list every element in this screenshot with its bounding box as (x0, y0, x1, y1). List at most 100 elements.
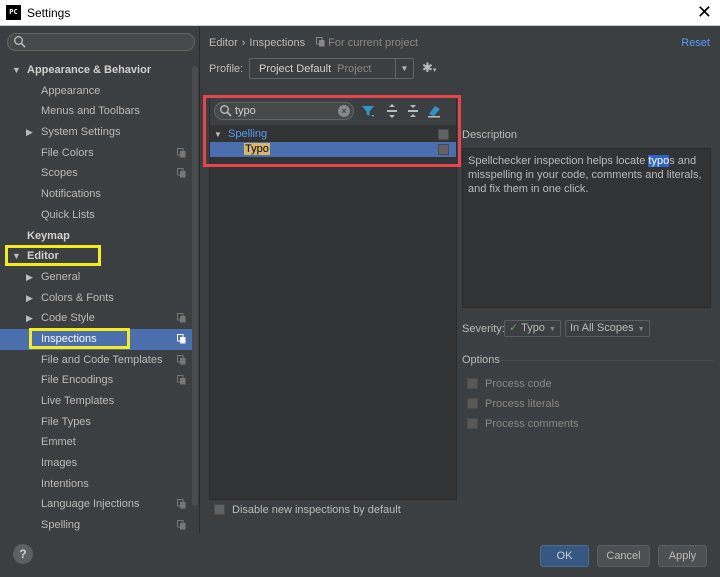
severity-label: Severity: (462, 323, 505, 335)
collapse-arrow-icon[interactable]: ▶ (26, 288, 33, 309)
sidebar-item-file-colors[interactable]: File Colors (0, 143, 196, 164)
collapse-arrow-icon[interactable]: ▶ (26, 122, 33, 143)
description-box: Spellchecker inspection helps locate typ… (462, 148, 711, 308)
sidebar-item-spelling[interactable]: Spelling (0, 515, 196, 534)
sidebar-item-images[interactable]: Images (0, 453, 196, 474)
chevron-down-icon: ▼ (548, 326, 556, 333)
sidebar-item-file-and-code-templates[interactable]: File and Code Templates (0, 350, 196, 371)
options-label: Options (462, 354, 500, 366)
disable-new-inspections[interactable]: Disable new inspections by default (214, 504, 401, 516)
inspections-highlight-box (29, 328, 130, 349)
sidebar-item-notifications[interactable]: Notifications (0, 184, 196, 205)
app-icon: PC (6, 5, 21, 20)
close-icon[interactable]: ✕ (697, 2, 712, 22)
disable-new-checkbox[interactable] (214, 504, 225, 515)
copy-icon (177, 313, 186, 323)
disable-new-label: Disable new inspections by default (232, 504, 401, 516)
copy-icon (177, 168, 186, 178)
title-bar: PC Settings ✕ (0, 0, 720, 26)
sidebar-item-keymap[interactable]: Keymap (0, 226, 196, 247)
apply-button[interactable]: Apply (658, 545, 707, 567)
sidebar-item-menus-and-toolbars[interactable]: Menus and Toolbars (0, 101, 196, 122)
breadcrumb-separator: › (241, 37, 246, 49)
sidebar-item-live-templates[interactable]: Live Templates (0, 391, 196, 412)
option-process-code[interactable]: Process code (467, 378, 552, 390)
option-process-comments[interactable]: Process comments (467, 418, 579, 430)
copy-icon (177, 375, 186, 385)
sidebar-item-label: General (41, 270, 81, 283)
breadcrumb: Editor › Inspections For current project (209, 37, 418, 49)
sidebar-item-label: Quick Lists (41, 208, 95, 221)
sidebar-item-label: Menus and Toolbars (41, 105, 140, 118)
sidebar-item-file-types[interactable]: File Types (0, 412, 196, 433)
scope-value: In All Scopes (570, 322, 634, 334)
collapse-arrow-icon[interactable]: ▶ (26, 267, 33, 288)
check-icon: ✓ (509, 322, 519, 334)
option-label: Process literals (485, 398, 560, 410)
sidebar-item-emmet[interactable]: Emmet (0, 432, 196, 453)
option-checkbox[interactable] (467, 398, 478, 409)
sidebar-item-label: Appearance & Behavior (27, 64, 152, 76)
option-checkbox[interactable] (467, 378, 478, 389)
sidebar-item-appearance[interactable]: Appearance (0, 81, 196, 102)
sidebar-item-label: Language Injections (41, 498, 140, 511)
sidebar-scrollbar[interactable] (192, 66, 198, 506)
sidebar-item-label: System Settings (41, 126, 121, 139)
sidebar-item-label: File Encodings (41, 374, 114, 387)
sidebar-item-label: Emmet (41, 436, 76, 449)
sidebar-item-language-injections[interactable]: Language Injections (0, 494, 196, 515)
sidebar-item-code-style[interactable]: ▶ Code Style (0, 308, 196, 329)
dialog-footer: ? OK Cancel Apply (0, 534, 720, 577)
chevron-down-icon: ▼ (395, 59, 413, 78)
severity-value: Typo (521, 322, 545, 334)
sidebar-item-label: Appearance (41, 84, 101, 97)
settings-tree: ▼ Appearance & Behavior Appearance Menus an… (0, 60, 196, 534)
sidebar-item-label: Notifications (41, 188, 101, 201)
sidebar-item-system-settings[interactable]: ▶ System Settings (0, 122, 196, 143)
sidebar-item-general[interactable]: ▶ General (0, 267, 196, 288)
copy-icon (177, 333, 186, 344)
sidebar-item-label: Intentions (41, 477, 89, 490)
profile-label: Profile: (209, 63, 244, 75)
sidebar-search-input[interactable] (7, 33, 195, 51)
sidebar-item-label: File Colors (41, 146, 94, 159)
options-divider (501, 360, 713, 361)
description-selected-text: typo (648, 155, 670, 167)
sidebar-item-label: Code Style (41, 312, 95, 325)
copy-icon (177, 147, 186, 158)
copy-icon (177, 520, 186, 530)
cancel-button[interactable]: Cancel (597, 545, 650, 567)
collapse-arrow-icon[interactable]: ▶ (26, 308, 33, 329)
sidebar-item-intentions[interactable]: Intentions (0, 474, 196, 495)
window-title: Settings (27, 6, 71, 20)
sidebar-item-file-encodings[interactable]: File Encodings (0, 370, 196, 391)
option-checkbox[interactable] (467, 418, 478, 429)
option-label: Process comments (485, 418, 579, 430)
sidebar-item-appearance-behavior[interactable]: ▼ Appearance & Behavior (0, 60, 196, 81)
severity-dropdown[interactable]: ✓ Typo ▼ (504, 320, 561, 337)
ok-button[interactable]: OK (540, 545, 589, 567)
breadcrumb-inspections: Inspections (249, 37, 306, 49)
profile-scope: Project (337, 63, 372, 75)
filter-highlight-box (203, 95, 461, 167)
expand-arrow-icon[interactable]: ▼ (12, 60, 21, 81)
sidebar-item-quick-lists[interactable]: Quick Lists (0, 205, 196, 226)
chevron-down-icon: ▼ (637, 326, 645, 333)
copy-icon (316, 37, 325, 47)
sidebar-item-label: Colors & Fonts (41, 291, 114, 304)
copy-icon (177, 354, 186, 365)
description-text-start: Spellchecker inspection helps locate (468, 155, 649, 167)
gear-icon[interactable]: ✱▾ (422, 60, 436, 76)
reset-link[interactable]: Reset (681, 37, 710, 49)
sidebar-item-label: Images (41, 457, 78, 470)
profile-dropdown[interactable]: Project Default Project ▼ (249, 58, 414, 79)
scope-dropdown[interactable]: In All Scopes ▼ (565, 320, 650, 337)
project-scope-note: For current project (316, 37, 418, 49)
option-process-literals[interactable]: Process literals (467, 398, 560, 410)
sidebar-item-label: File and Code Templates (41, 353, 163, 366)
help-icon[interactable]: ? (13, 544, 33, 564)
sidebar-item-colors-fonts[interactable]: ▶ Colors & Fonts (0, 288, 196, 309)
sidebar-item-label: Live Templates (41, 395, 115, 407)
sidebar-item-label: File Types (41, 415, 91, 428)
sidebar-item-scopes[interactable]: Scopes (0, 163, 196, 184)
